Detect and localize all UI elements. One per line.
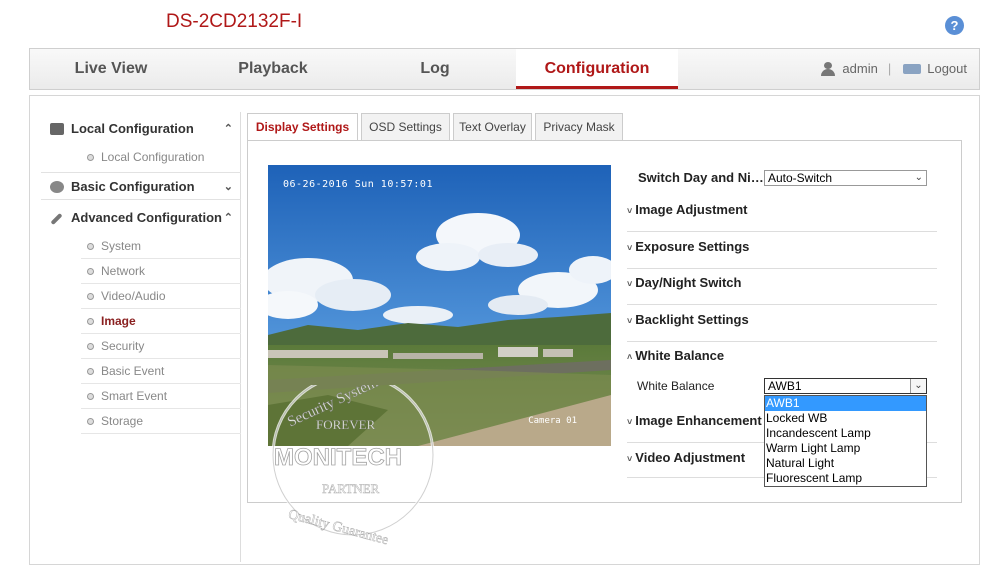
tab-configuration[interactable]: Configuration bbox=[516, 49, 678, 89]
sidebar-item-label: Local Configuration bbox=[101, 150, 205, 164]
sidebar-item-system[interactable]: System bbox=[81, 234, 241, 259]
option-incandescent-lamp[interactable]: Incandescent Lamp bbox=[765, 426, 926, 441]
section-white-balance[interactable]: ˄ White Balance bbox=[627, 341, 937, 369]
section-title: Day/Night Switch bbox=[635, 275, 742, 290]
bullet-icon bbox=[87, 268, 94, 275]
bullet-icon bbox=[87, 393, 94, 400]
section-title: Image Adjustment bbox=[635, 202, 748, 217]
section-backlight-settings[interactable]: ˅ Backlight Settings bbox=[627, 305, 937, 342]
separator: | bbox=[887, 61, 892, 76]
osd-camera-name: Camera 01 bbox=[528, 416, 577, 426]
chevron-down-icon: ˅ bbox=[627, 243, 633, 253]
sidebar-basic-configuration[interactable]: Basic Configuration ⌄ bbox=[41, 172, 241, 200]
sidebar-item-local-configuration[interactable]: Local Configuration bbox=[81, 145, 241, 170]
section-title: Video Adjustment bbox=[635, 450, 746, 465]
section-title: White Balance bbox=[635, 348, 725, 363]
tab-text-overlay[interactable]: Text Overlay bbox=[453, 113, 532, 141]
chevron-down-icon[interactable]: ⌄ bbox=[224, 173, 233, 201]
white-balance-select[interactable]: AWB1 ⌄ bbox=[764, 378, 927, 394]
switch-day-night-select[interactable]: Auto-Switch ⌄ bbox=[764, 170, 927, 186]
sidebar-item-image[interactable]: Image bbox=[81, 309, 241, 334]
option-fluorescent-lamp[interactable]: Fluorescent Lamp bbox=[765, 471, 926, 486]
select-value: AWB1 bbox=[768, 379, 802, 393]
bullet-icon bbox=[87, 154, 94, 161]
chevron-up-icon[interactable]: ⌃ bbox=[224, 115, 233, 143]
option-natural-light[interactable]: Natural Light bbox=[765, 456, 926, 471]
bullet-icon bbox=[87, 243, 94, 250]
sidebar-local-configuration[interactable]: Local Configuration ⌃ bbox=[41, 115, 241, 143]
sidebar-item-label: System bbox=[101, 239, 142, 253]
chevron-down-icon: ˅ bbox=[627, 316, 633, 326]
select-value: Auto-Switch bbox=[768, 171, 833, 185]
sidebar-item-label: Smart Event bbox=[101, 389, 168, 403]
bullet-icon bbox=[87, 293, 94, 300]
basic-config-icon bbox=[50, 181, 64, 193]
sidebar: Local Configuration ⌃ Local Configuratio… bbox=[41, 112, 241, 562]
chevron-down-icon: ˅ bbox=[627, 417, 633, 427]
section-image-adjustment[interactable]: ˅ Image Adjustment bbox=[627, 195, 937, 232]
white-balance-label: White Balance bbox=[637, 379, 715, 393]
local-config-icon bbox=[50, 123, 64, 135]
section-title: Backlight Settings bbox=[635, 312, 749, 327]
tab-log[interactable]: Log bbox=[354, 49, 516, 89]
sidebar-item-storage[interactable]: Storage bbox=[81, 409, 241, 434]
tab-display-settings[interactable]: Display Settings bbox=[247, 113, 358, 141]
sidebar-item-label: Network bbox=[101, 264, 146, 278]
user-area: admin | Logout bbox=[820, 49, 967, 89]
option-locked-wb[interactable]: Locked WB bbox=[765, 411, 926, 426]
logout-link[interactable]: Logout bbox=[927, 49, 967, 89]
switch-day-night-label: Switch Day and Ni… bbox=[638, 170, 764, 185]
sidebar-item-label: Basic Event bbox=[101, 364, 165, 378]
sidebar-advanced-configuration[interactable]: Advanced Configuration ⌃ bbox=[41, 204, 241, 232]
tab-playback[interactable]: Playback bbox=[192, 49, 354, 89]
chevron-down-icon: ⌄ bbox=[910, 379, 926, 393]
chevron-down-icon: ⌄ bbox=[914, 172, 923, 183]
device-title: DS-2CD2132F-I bbox=[166, 11, 303, 32]
video-preview: 06-26-2016 Sun 10:57:01 Camera 01 bbox=[268, 165, 611, 446]
white-balance-dropdown: AWB1 Locked WB Incandescent Lamp Warm Li… bbox=[764, 395, 927, 487]
section-day-night-switch[interactable]: ˅ Day/Night Switch bbox=[627, 268, 937, 305]
chevron-up-icon: ˄ bbox=[627, 352, 633, 362]
help-icon[interactable]: ? bbox=[945, 16, 964, 35]
sidebar-item-security[interactable]: Security bbox=[81, 334, 241, 359]
top-nav-bar: Live View Playback Log Configuration adm… bbox=[29, 48, 980, 90]
advanced-config-icon bbox=[50, 212, 63, 226]
chevron-down-icon: ˅ bbox=[627, 279, 633, 289]
sidebar-head-label: Local Configuration bbox=[71, 121, 194, 136]
section-title: Image Enhancement bbox=[635, 413, 762, 428]
sidebar-head-label: Advanced Configuration bbox=[71, 210, 222, 225]
option-warm-light-lamp[interactable]: Warm Light Lamp bbox=[765, 441, 926, 456]
sidebar-head-label: Basic Configuration bbox=[71, 179, 195, 194]
sidebar-item-video-audio[interactable]: Video/Audio bbox=[81, 284, 241, 309]
tab-privacy-mask[interactable]: Privacy Mask bbox=[535, 113, 623, 141]
section-exposure-settings[interactable]: ˅ Exposure Settings bbox=[627, 232, 937, 269]
logout-icon[interactable] bbox=[903, 64, 922, 74]
bullet-icon bbox=[87, 343, 94, 350]
osd-timestamp: 06-26-2016 Sun 10:57:01 bbox=[283, 179, 433, 190]
bullet-icon bbox=[87, 368, 94, 375]
sidebar-item-basic-event[interactable]: Basic Event bbox=[81, 359, 241, 384]
sidebar-item-label: Video/Audio bbox=[101, 289, 166, 303]
username: admin bbox=[842, 61, 878, 76]
camera-image bbox=[268, 165, 611, 446]
sidebar-item-label: Image bbox=[101, 314, 136, 328]
chevron-up-icon[interactable]: ⌃ bbox=[224, 204, 233, 232]
bullet-icon bbox=[87, 318, 94, 325]
option-awb1[interactable]: AWB1 bbox=[765, 396, 926, 411]
sidebar-item-smart-event[interactable]: Smart Event bbox=[81, 384, 241, 409]
user-icon bbox=[820, 62, 836, 76]
sidebar-item-network[interactable]: Network bbox=[81, 259, 241, 284]
tab-live-view[interactable]: Live View bbox=[30, 49, 192, 89]
bullet-icon bbox=[87, 418, 94, 425]
sidebar-item-label: Storage bbox=[101, 414, 144, 428]
sidebar-item-label: Security bbox=[101, 339, 145, 353]
section-title: Exposure Settings bbox=[635, 239, 750, 254]
chevron-down-icon: ˅ bbox=[627, 454, 633, 464]
tab-osd-settings[interactable]: OSD Settings bbox=[361, 113, 450, 141]
chevron-down-icon: ˅ bbox=[627, 206, 633, 216]
